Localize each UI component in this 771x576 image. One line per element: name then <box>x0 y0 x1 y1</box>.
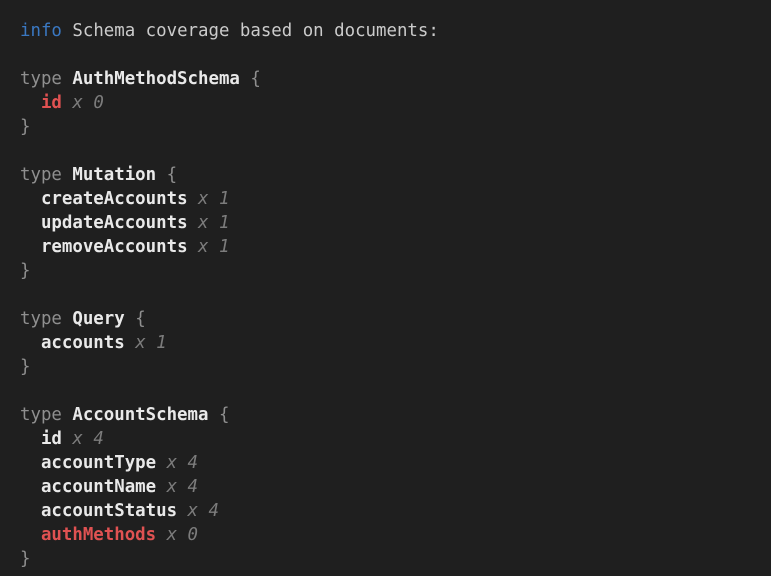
field-name: id <box>41 93 62 113</box>
close-brace: } <box>20 261 30 281</box>
type-declaration-line: type Query { <box>20 307 751 331</box>
field-coverage-line: createAccounts x 1 <box>20 187 751 211</box>
field-coverage-line: removeAccounts x 1 <box>20 235 751 259</box>
type-block: type Mutation { createAccounts x 1 updat… <box>20 139 751 283</box>
open-brace: { <box>240 69 261 89</box>
type-block: type AccountSchema { id x 4 accountType … <box>20 379 751 571</box>
type-declaration-line: type AuthMethodSchema { <box>20 67 751 91</box>
type-keyword: type <box>20 69 72 89</box>
field-usage-count: x 4 <box>156 453 198 473</box>
field-coverage-line: authMethods x 0 <box>20 523 751 547</box>
field-usage-count: x 1 <box>188 189 230 209</box>
field-coverage-line: id x 4 <box>20 427 751 451</box>
log-header-line: info Schema coverage based on documents: <box>20 19 751 43</box>
indent <box>20 237 41 257</box>
type-keyword: type <box>20 309 72 329</box>
blank-line <box>20 139 751 163</box>
blank-line <box>20 43 751 67</box>
indent <box>20 213 41 233</box>
field-coverage-line: accountType x 4 <box>20 451 751 475</box>
type-name: Query <box>72 309 124 329</box>
field-name: accounts <box>41 333 125 353</box>
field-usage-count: x 4 <box>177 501 219 521</box>
type-name: AuthMethodSchema <box>72 69 240 89</box>
field-coverage-line: accountName x 4 <box>20 475 751 499</box>
close-brace: } <box>20 357 30 377</box>
closing-brace-line: } <box>20 259 751 283</box>
closing-brace-line: } <box>20 547 751 571</box>
type-keyword: type <box>20 165 72 185</box>
type-name: Mutation <box>72 165 156 185</box>
terminal-screen: { "colors": { "background": "#1f1f1f", "… <box>0 0 771 576</box>
blank-line <box>20 379 751 403</box>
log-header-message: Schema coverage based on documents: <box>72 21 438 41</box>
type-keyword: type <box>20 405 72 425</box>
closing-brace-line: } <box>20 115 751 139</box>
space <box>62 21 72 41</box>
field-name: removeAccounts <box>41 237 188 257</box>
indent <box>20 333 41 353</box>
type-declaration-line: type AccountSchema { <box>20 403 751 427</box>
indent <box>20 525 41 545</box>
field-coverage-line: accountStatus x 4 <box>20 499 751 523</box>
indent <box>20 477 41 497</box>
open-brace: { <box>125 309 146 329</box>
open-brace: { <box>208 405 229 425</box>
field-name: createAccounts <box>41 189 188 209</box>
indent <box>20 453 41 473</box>
indent <box>20 501 41 521</box>
type-declaration-line: type Mutation { <box>20 163 751 187</box>
log-level-label: info <box>20 21 62 41</box>
field-name: authMethods <box>41 525 156 545</box>
indent <box>20 429 41 449</box>
terminal-output: info Schema coverage based on documents:… <box>0 0 771 571</box>
field-usage-count: x 1 <box>125 333 167 353</box>
field-coverage-line: id x 0 <box>20 91 751 115</box>
close-brace: } <box>20 117 30 137</box>
type-name: AccountSchema <box>72 405 208 425</box>
field-usage-count: x 4 <box>156 477 198 497</box>
field-name: updateAccounts <box>41 213 188 233</box>
field-usage-count: x 0 <box>156 525 198 545</box>
field-name: accountType <box>41 453 156 473</box>
field-usage-count: x 1 <box>188 213 230 233</box>
indent <box>20 189 41 209</box>
closing-brace-line: } <box>20 355 751 379</box>
field-usage-count: x 1 <box>188 237 230 257</box>
field-name: id <box>41 429 62 449</box>
coverage-blocks: type AuthMethodSchema { id x 0}type Muta… <box>20 43 751 571</box>
field-usage-count: x 4 <box>62 429 104 449</box>
field-usage-count: x 0 <box>62 93 104 113</box>
field-coverage-line: updateAccounts x 1 <box>20 211 751 235</box>
field-name: accountName <box>41 477 156 497</box>
close-brace: } <box>20 549 30 569</box>
open-brace: { <box>156 165 177 185</box>
field-coverage-line: accounts x 1 <box>20 331 751 355</box>
type-block: type Query { accounts x 1} <box>20 283 751 379</box>
indent <box>20 93 41 113</box>
field-name: accountStatus <box>41 501 177 521</box>
blank-line <box>20 283 751 307</box>
type-block: type AuthMethodSchema { id x 0} <box>20 43 751 139</box>
